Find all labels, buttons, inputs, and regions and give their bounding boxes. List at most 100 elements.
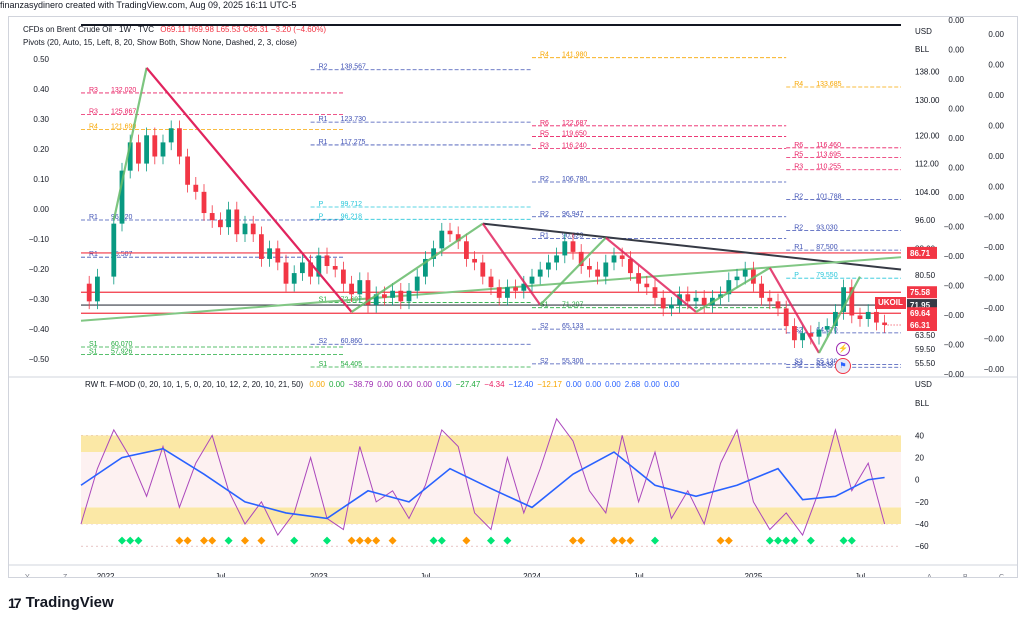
candle-body xyxy=(603,262,609,277)
tradingview-logo: 17 TradingView xyxy=(8,594,114,611)
candle-body xyxy=(283,262,289,284)
pivot-level-value: 116.460 xyxy=(816,142,841,149)
left-scale-label: 0.20 xyxy=(33,145,49,154)
candle-body xyxy=(136,142,141,164)
pivot-level-label: R3 xyxy=(540,143,549,150)
unit-label[interactable]: BLL xyxy=(915,45,929,54)
flag-icon[interactable]: ⚑ xyxy=(835,358,851,374)
candle-body xyxy=(168,128,174,143)
currency-label[interactable]: USD xyxy=(915,27,932,36)
legend-symbol[interactable]: CFDs on Brent Crude Oil · 1W · TVC O69.1… xyxy=(23,25,326,34)
legend-oscillator[interactable]: RW ft. F-MOD (0, 20, 10, 1, 5, 0, 20, 10… xyxy=(85,380,679,389)
candle-body xyxy=(874,311,879,323)
pivot-level-value: 122.687 xyxy=(562,120,587,127)
candle-body xyxy=(144,135,149,164)
candle-body xyxy=(152,135,158,157)
ticker-tag[interactable]: UKOIL xyxy=(875,297,906,309)
candle-body xyxy=(652,287,658,298)
price-tick-label: 138.00 xyxy=(915,68,940,77)
chart-frame[interactable]: R3 132.020 R4 141.980 R4 133.685 R2 138.567 R3 12… xyxy=(8,16,1018,578)
price-label: 75.58 xyxy=(910,288,931,297)
right-scale-label: −0.00 xyxy=(944,282,965,291)
osc-buy-marker xyxy=(847,536,856,545)
pivot-level-value: 96.218 xyxy=(341,213,363,220)
osc-sell-marker xyxy=(716,536,725,545)
candle-body xyxy=(209,213,215,221)
candle-body xyxy=(414,276,420,291)
osc-currency-label[interactable]: USD xyxy=(915,380,932,389)
candle-body xyxy=(185,156,190,185)
osc-buy-marker xyxy=(503,536,512,545)
pivot-level-label: P xyxy=(319,213,324,220)
candle-body xyxy=(505,287,510,298)
candle-body xyxy=(472,258,477,263)
candle-body xyxy=(759,283,764,298)
price-tick-label: 120.00 xyxy=(915,131,940,140)
candle-body xyxy=(800,333,805,341)
candle-body xyxy=(816,329,822,337)
price-tick-label: 55.50 xyxy=(915,359,936,368)
axis-corner-letter: C xyxy=(999,574,1004,577)
candle-body xyxy=(824,326,830,330)
right-scale-label: −0.00 xyxy=(984,243,1005,252)
pivot-level-value: 101.788 xyxy=(816,194,841,201)
osc-sell-marker xyxy=(626,536,635,545)
price-chart[interactable]: R3 132.020 R4 141.980 R4 133.685 R2 138.567 R3 12… xyxy=(9,17,1017,577)
left-scale-label: 0.00 xyxy=(33,205,49,214)
price-tick-label: 112.00 xyxy=(915,160,939,169)
osc-sell-marker xyxy=(618,536,627,545)
pivot-level-label: R5 xyxy=(540,131,549,138)
left-scale-label: 0.30 xyxy=(33,115,49,124)
watermark: finanzasydinero created with TradingView… xyxy=(0,0,297,10)
pivot-level-value: 133.685 xyxy=(816,81,841,88)
tradingview-logo-icon: 17 xyxy=(8,594,22,611)
time-tick-label: 2023 xyxy=(310,572,328,577)
pivot-level-label: S2 xyxy=(794,361,803,368)
osc-value: 0.00 xyxy=(436,380,452,389)
osc-value: 0.00 xyxy=(663,380,680,389)
candle-body xyxy=(447,230,453,235)
pivot-level-label: R1 xyxy=(540,232,549,239)
candle-body xyxy=(775,301,781,309)
pivot-level-label: R1 xyxy=(89,251,98,258)
osc-sell-marker xyxy=(569,536,577,545)
candle-body xyxy=(792,326,797,341)
candle-body xyxy=(177,128,182,157)
time-tick-label: Jul xyxy=(633,572,643,577)
osc-sell-marker xyxy=(462,536,471,545)
pivot-level-label: S1 xyxy=(89,341,98,348)
osc-value: 0.00 xyxy=(329,380,345,389)
lightning-icon[interactable]: ⚡ xyxy=(836,342,850,356)
osc-sell-marker xyxy=(388,536,397,545)
left-scale-label: −0.20 xyxy=(29,265,50,274)
right-scale-label: −0.00 xyxy=(984,274,1005,283)
osc-unit-label[interactable]: BLL xyxy=(915,399,929,408)
candle-body xyxy=(218,220,223,228)
pivot-level-label: R1 xyxy=(319,139,328,146)
candle-body xyxy=(193,184,199,192)
pivot-level-label: R2 xyxy=(540,176,549,183)
pivot-level-value: 96.947 xyxy=(562,211,584,218)
pivot-level-value: 93.030 xyxy=(816,225,838,232)
osc-sell-marker xyxy=(364,536,372,545)
candle-body xyxy=(291,273,297,284)
left-scale-label: 0.40 xyxy=(33,85,49,94)
candle-body xyxy=(86,283,92,302)
price-tick-label: 80.50 xyxy=(915,271,936,280)
pivot-level-label: R4 xyxy=(89,123,98,130)
osc-value: −27.47 xyxy=(455,380,481,389)
right-scale-label: −0.00 xyxy=(984,213,1005,222)
pivot-level-label: R2 xyxy=(540,211,549,218)
pivot-level-label: R1 xyxy=(89,214,98,221)
candle-body xyxy=(201,191,207,214)
candle-body xyxy=(267,248,272,259)
legend-oscillator-name: RW ft. F-MOD (0, 20, 10, 1, 5, 0, 20, 10… xyxy=(85,380,304,389)
legend-pivots[interactable]: Pivots (20, Auto, 15, Left, 8, 20, Show … xyxy=(23,38,297,47)
candle-body xyxy=(587,266,592,270)
axis-corner-letter: Y xyxy=(25,574,30,577)
osc-tick-label: −40 xyxy=(915,520,929,529)
pivot-level-label: P xyxy=(794,272,799,279)
pivot-level-value: 54.405 xyxy=(341,361,363,368)
osc-buy-marker xyxy=(774,536,782,545)
osc-buy-marker xyxy=(323,536,331,545)
